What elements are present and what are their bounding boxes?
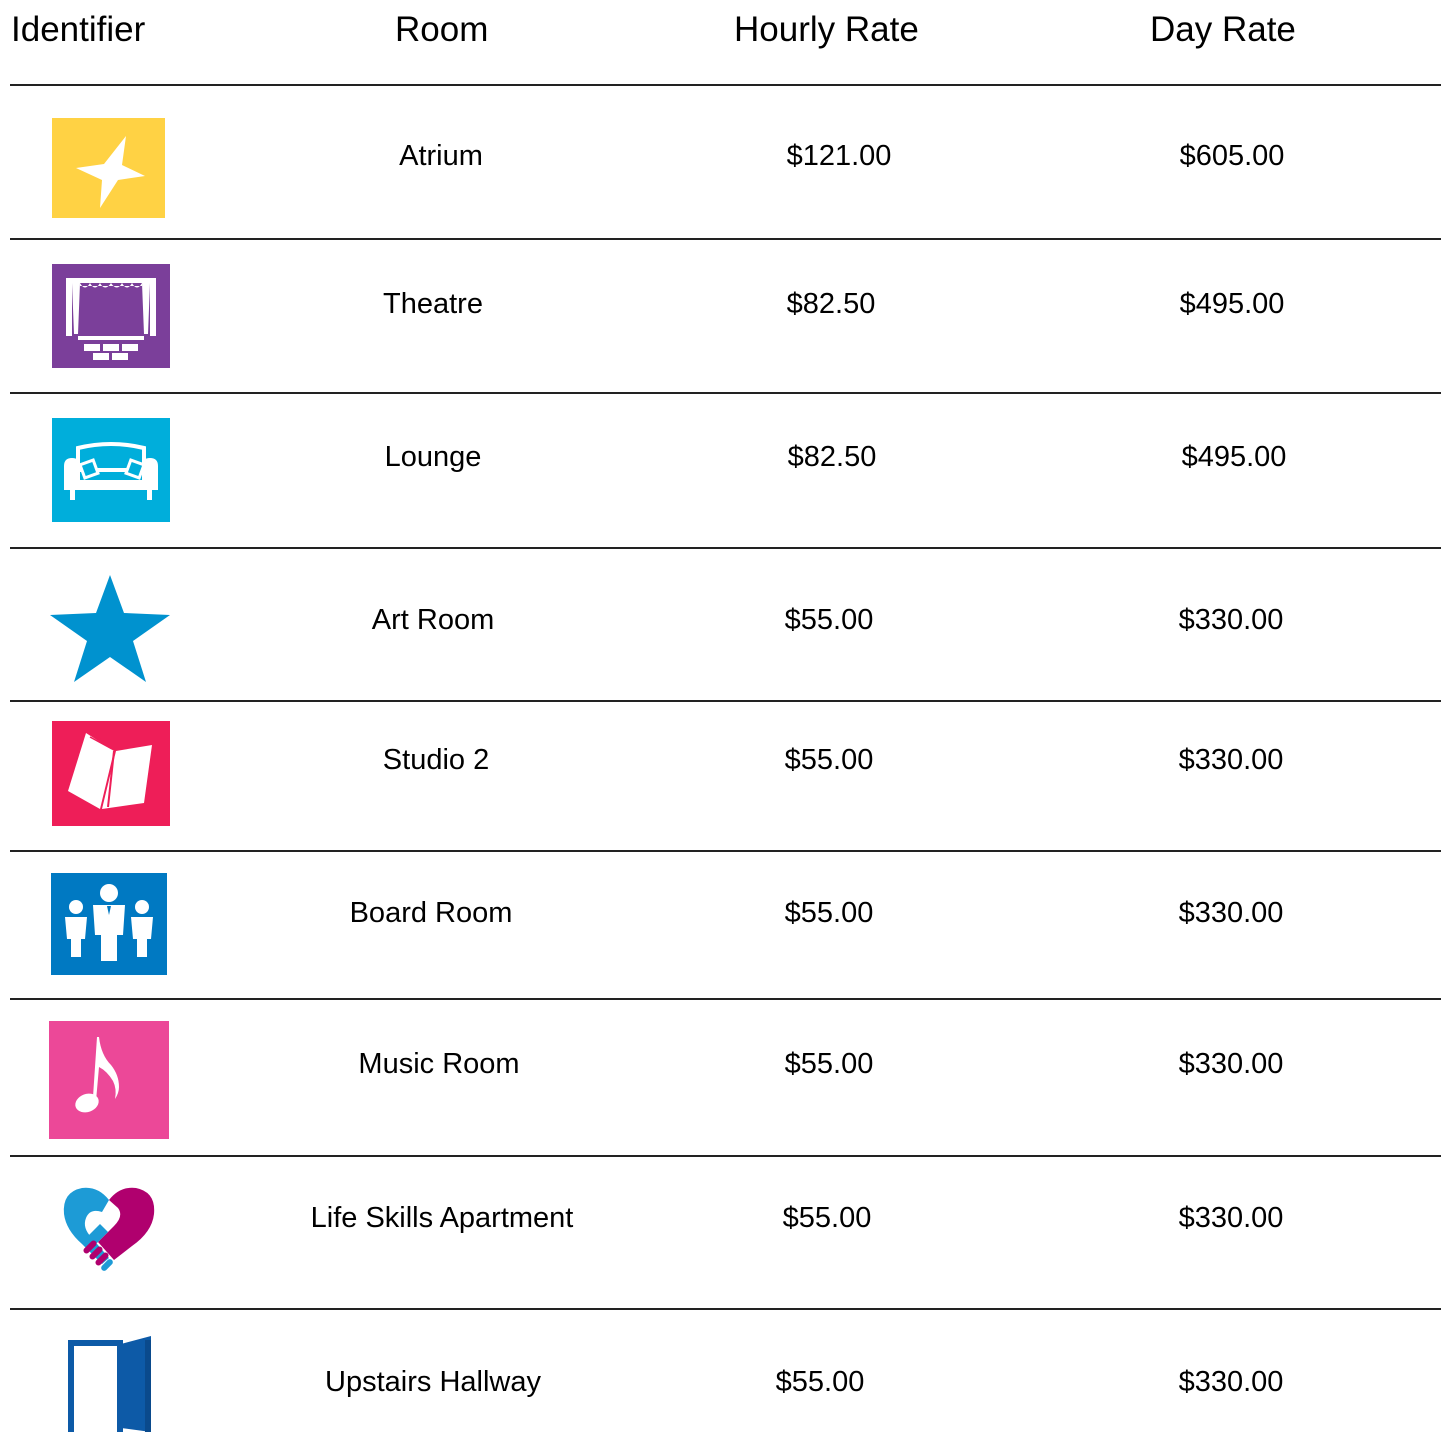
- row-divider: [10, 1308, 1441, 1310]
- open-book-icon: [52, 721, 170, 826]
- header-room: Room: [395, 10, 489, 49]
- room-name: Upstairs Hallway: [325, 1366, 541, 1398]
- day-rate: $330.00: [1178, 1366, 1284, 1398]
- room-name: Lounge: [384, 441, 482, 473]
- day-rate: $330.00: [1178, 604, 1284, 636]
- day-rate: $330.00: [1178, 744, 1284, 776]
- hourly-rate: $55.00: [782, 1202, 872, 1234]
- hourly-rate: $82.50: [787, 441, 877, 473]
- open-door-icon: [65, 1336, 153, 1432]
- room-name: Board Room: [349, 897, 513, 929]
- row-divider: [10, 850, 1441, 852]
- hourly-rate: $82.50: [786, 288, 876, 320]
- room-name: Studio 2: [382, 744, 490, 776]
- hourly-rate: $55.00: [784, 1048, 874, 1080]
- header-identifier: Identifier: [11, 10, 146, 49]
- sofa-icon: [52, 418, 170, 522]
- room-name: Theatre: [383, 288, 483, 320]
- row-divider: [10, 700, 1441, 702]
- room-name: Life Skills Apartment: [310, 1202, 574, 1234]
- day-rate: $330.00: [1178, 1202, 1284, 1234]
- row-divider: [10, 238, 1441, 240]
- row-divider: [10, 1155, 1441, 1157]
- hourly-rate: $55.00: [784, 604, 874, 636]
- hourly-rate: $55.00: [784, 897, 874, 929]
- day-rate: $495.00: [1179, 288, 1285, 320]
- day-rate: $495.00: [1181, 441, 1287, 473]
- star-icon: [50, 575, 170, 682]
- room-name: Music Room: [358, 1048, 520, 1080]
- day-rate: $330.00: [1178, 1048, 1284, 1080]
- heart-handshake-icon: [62, 1186, 156, 1278]
- header-day-rate: Day Rate: [1150, 10, 1296, 49]
- theatre-stage-icon: [52, 264, 170, 368]
- day-rate: $330.00: [1178, 897, 1284, 929]
- hourly-rate: $55.00: [784, 744, 874, 776]
- row-divider: [10, 392, 1441, 394]
- row-divider: [10, 547, 1441, 549]
- row-divider: [10, 998, 1441, 1000]
- music-note-icon: [49, 1021, 169, 1139]
- header-hourly-rate: Hourly Rate: [734, 10, 919, 49]
- hourly-rate: $55.00: [775, 1366, 865, 1398]
- header-divider: [10, 84, 1441, 86]
- people-group-icon: [51, 873, 167, 975]
- star-icon: [52, 118, 165, 218]
- room-name: Art Room: [371, 604, 495, 636]
- room-name: Atrium: [399, 140, 483, 172]
- hourly-rate: $121.00: [786, 140, 892, 172]
- day-rate: $605.00: [1179, 140, 1285, 172]
